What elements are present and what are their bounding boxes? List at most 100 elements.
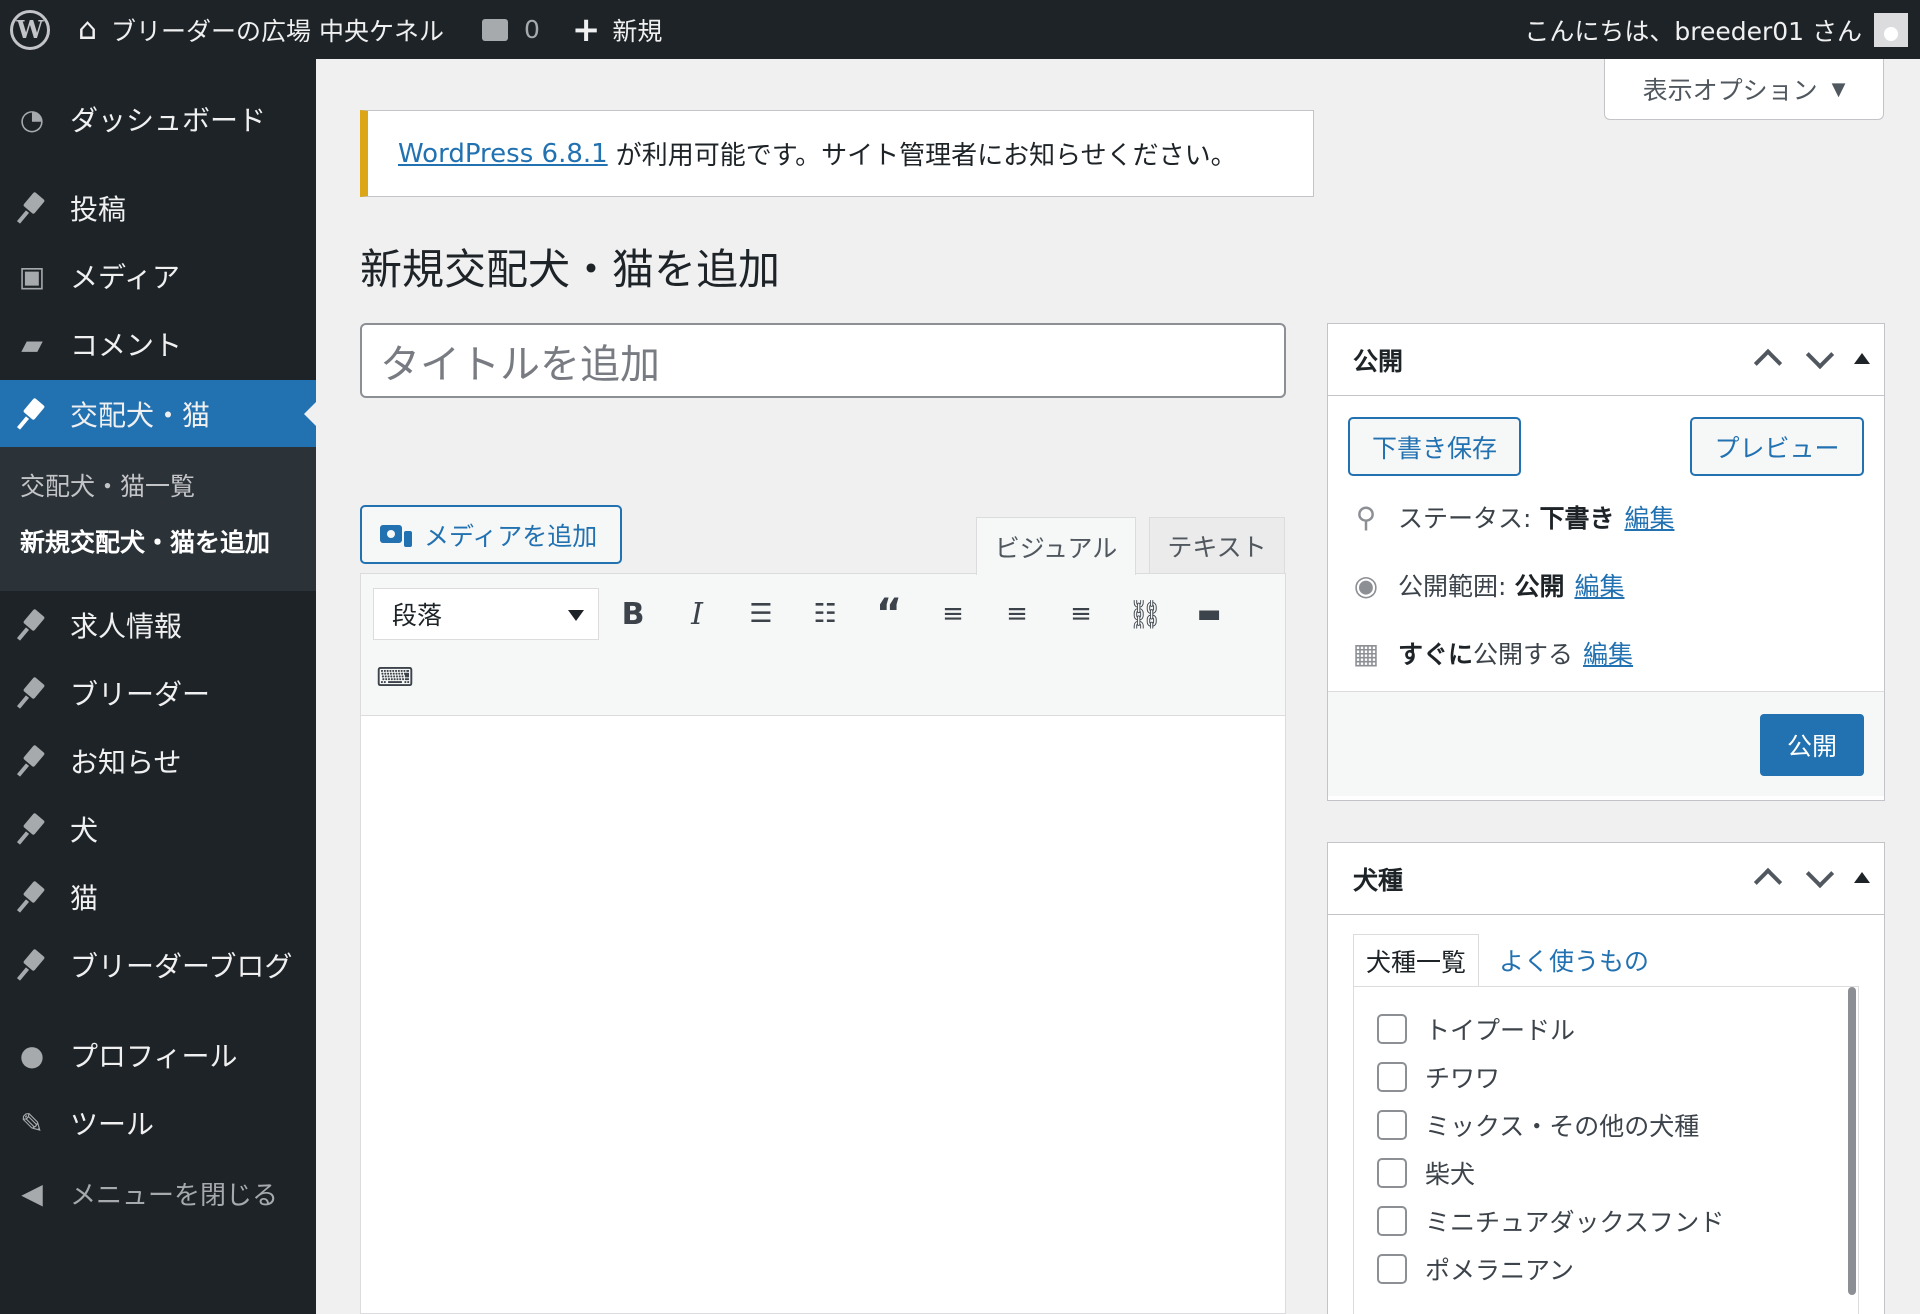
menu-label: ダッシュボード: [70, 104, 267, 137]
checkbox[interactable]: [1377, 1062, 1407, 1092]
visibility-edit-link[interactable]: 編集: [1574, 567, 1624, 603]
menu-breeders[interactable]: ブリーダー: [0, 659, 316, 727]
wp-logo-menu[interactable]: W: [0, 0, 64, 59]
home-icon: ⌂: [78, 12, 98, 47]
bullet-list-icon[interactable]: ☰: [739, 592, 783, 636]
format-select[interactable]: 段落: [373, 588, 599, 640]
preview-button[interactable]: プレビュー: [1690, 417, 1864, 476]
move-up-icon[interactable]: [1750, 342, 1782, 374]
list-item[interactable]: 柴犬: [1377, 1155, 1475, 1191]
update-link[interactable]: WordPress 6.8.1: [398, 139, 608, 169]
menu-jobs[interactable]: 求人情報: [0, 591, 316, 659]
publish-button[interactable]: 公開: [1760, 714, 1864, 776]
content-editor: 段落 B I ☰ ☷ “ ≡ ≡ ≡ ⛓ ▬ ⌨: [360, 573, 1286, 1314]
status-label: ステータス:: [1398, 504, 1532, 533]
collapse-toggle-icon[interactable]: [1854, 871, 1870, 883]
menu-label: 求人情報: [70, 610, 183, 643]
move-down-icon[interactable]: [1802, 861, 1834, 893]
wordpress-logo-icon: W: [10, 9, 50, 50]
wrench-icon: ✎: [20, 1106, 44, 1140]
comments-menu[interactable]: 0: [468, 0, 554, 59]
menu-cats[interactable]: 猫: [0, 863, 316, 931]
collapse-toggle-icon[interactable]: [1854, 352, 1870, 364]
checkbox[interactable]: [1377, 1254, 1407, 1284]
save-draft-button[interactable]: 下書き保存: [1348, 417, 1521, 476]
collapse-arrow-icon: ◀: [21, 1176, 43, 1210]
screen-options-button[interactable]: 表示オプション ▼: [1604, 59, 1884, 120]
menu-dogs[interactable]: 犬: [0, 795, 316, 863]
checkbox[interactable]: [1377, 1014, 1407, 1044]
align-center-icon[interactable]: ≡: [995, 592, 1039, 636]
box-controls: [1750, 342, 1870, 374]
update-notice: WordPress 6.8.1 が利用可能です。サイト管理者にお知らせください。: [360, 110, 1314, 197]
menu-news[interactable]: お知らせ: [0, 727, 316, 795]
collapse-menu-button[interactable]: ◀ メニューを閉じる: [0, 1159, 316, 1227]
submenu-add-new[interactable]: 新規交配犬・猫を追加: [20, 523, 270, 559]
align-left-icon[interactable]: ≡: [931, 592, 975, 636]
breed-checklist: トイプードル チワワ ミックス・その他の犬種 柴犬 ミニチュアダックスフンド ポ…: [1353, 986, 1859, 1314]
tab-popular-breeds[interactable]: よく使うもの: [1479, 934, 1661, 986]
visibility-label: 公開範囲:: [1398, 572, 1507, 601]
list-item[interactable]: チワワ: [1377, 1059, 1500, 1095]
breed-label: ポメラニアン: [1425, 1256, 1575, 1285]
scrollbar[interactable]: [1848, 987, 1856, 1295]
title-placeholder: タイトルを追加: [380, 341, 660, 388]
pin-icon: [14, 607, 50, 643]
breed-tabs: 犬種一覧 よく使うもの: [1353, 934, 1661, 986]
numbered-list-icon[interactable]: ☷: [803, 592, 847, 636]
pin-icon: [14, 743, 50, 779]
align-right-icon[interactable]: ≡: [1059, 592, 1103, 636]
menu-breeder-blog[interactable]: ブリーダーブログ: [0, 931, 316, 999]
visibility-value: 公開: [1514, 572, 1565, 601]
blockquote-icon[interactable]: “: [867, 591, 911, 637]
menu-dashboard[interactable]: ◔ ダッシュボード: [0, 85, 316, 153]
read-more-icon[interactable]: ▬: [1187, 592, 1231, 636]
menu-profile[interactable]: ● プロフィール: [0, 1021, 316, 1089]
list-item[interactable]: ミックス・その他の犬種: [1377, 1107, 1699, 1143]
checkbox[interactable]: [1377, 1158, 1407, 1188]
menu-label: 犬: [70, 814, 99, 847]
checkbox[interactable]: [1377, 1206, 1407, 1236]
move-down-icon[interactable]: [1802, 342, 1834, 374]
add-media-button[interactable]: メディアを追加: [360, 505, 622, 564]
link-icon[interactable]: ⛓: [1123, 592, 1167, 636]
move-up-icon[interactable]: [1750, 861, 1782, 893]
menu-label: コメント: [70, 329, 183, 362]
status-edit-link[interactable]: 編集: [1624, 499, 1674, 535]
submenu-list[interactable]: 交配犬・猫一覧: [20, 467, 195, 503]
title-input[interactable]: タイトルを追加: [360, 323, 1286, 398]
breed-label: チワワ: [1425, 1064, 1501, 1093]
tab-all-breeds[interactable]: 犬種一覧: [1353, 934, 1480, 986]
status-value: 下書き: [1539, 504, 1615, 533]
list-item[interactable]: トイプードル: [1377, 1011, 1575, 1047]
schedule-edit-link[interactable]: 編集: [1583, 635, 1633, 671]
tab-visual[interactable]: ビジュアル: [976, 517, 1136, 575]
avatar: [1874, 12, 1908, 47]
site-name-menu[interactable]: ⌂ ブリーダーの広場 中央ケネル: [64, 0, 458, 59]
menu-label: ブリーダー: [70, 678, 211, 711]
toolbar-toggle-icon[interactable]: ⌨: [373, 656, 417, 700]
schedule-row: ▦ すぐに 公開する 編集: [1348, 635, 1633, 671]
screen-options-label: 表示オプション: [1642, 76, 1818, 105]
tab-text[interactable]: テキスト: [1149, 517, 1285, 574]
list-item[interactable]: ポメラニアン: [1377, 1251, 1574, 1287]
breed-box-title: 犬種: [1353, 865, 1404, 895]
bold-icon[interactable]: B: [611, 592, 655, 636]
list-item[interactable]: ミニチュアダックスフンド: [1377, 1203, 1724, 1239]
pin-icon: [14, 947, 50, 983]
pin-icon: [14, 811, 50, 847]
menu-label: プロフィール: [70, 1040, 238, 1073]
menu-mating-dogs-cats[interactable]: 交配犬・猫: [0, 380, 316, 448]
media-icon: [380, 521, 412, 549]
menu-comments[interactable]: ▰ コメント: [0, 310, 316, 378]
menu-label: ブリーダーブログ: [70, 950, 293, 983]
menu-media[interactable]: ▣ メディア: [0, 242, 316, 310]
menu-tools[interactable]: ✎ ツール: [0, 1089, 316, 1157]
italic-icon[interactable]: I: [675, 592, 719, 636]
my-account-menu[interactable]: こんにちは、breeder01 さん: [1510, 0, 1908, 59]
new-content-menu[interactable]: + 新規: [558, 0, 677, 59]
pin-icon: [14, 879, 50, 915]
dashboard-icon: ◔: [19, 102, 45, 136]
checkbox[interactable]: [1377, 1110, 1407, 1140]
menu-posts[interactable]: 投稿: [0, 174, 316, 242]
